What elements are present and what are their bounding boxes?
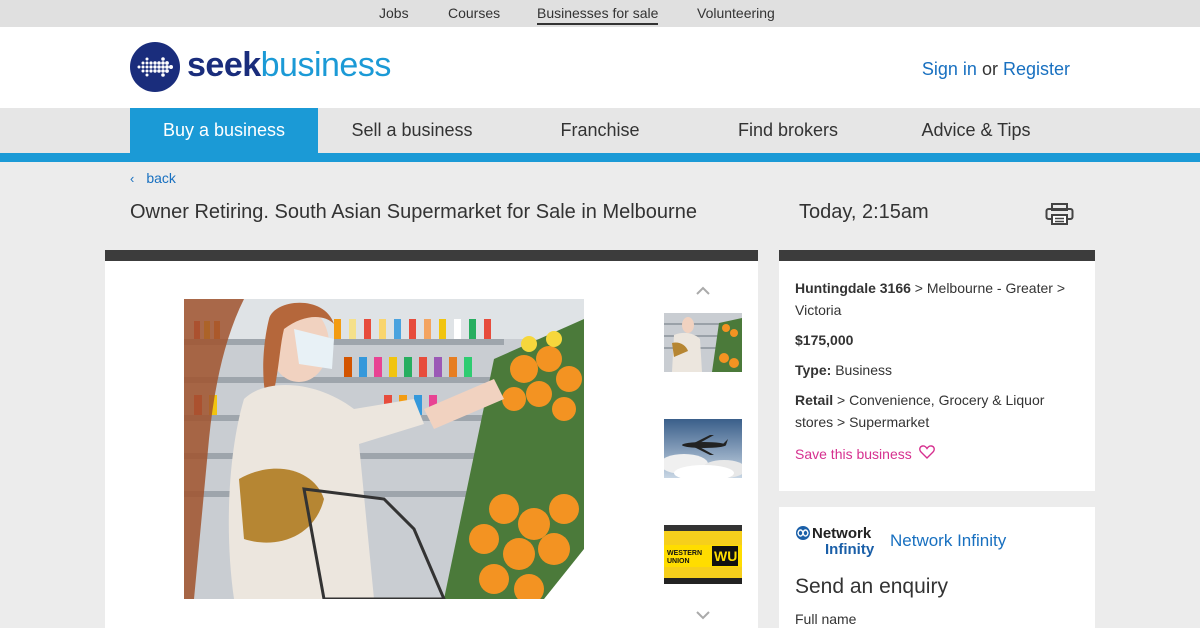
business-type: Type: Business bbox=[795, 362, 893, 378]
wu-text-line2: UNION bbox=[667, 558, 690, 565]
wu-mark: WU bbox=[714, 548, 737, 564]
nav-buy-a-business[interactable]: Buy a business bbox=[130, 108, 318, 153]
main-nav: Buy a business Sell a business Franchise… bbox=[0, 108, 1200, 153]
full-name-label: Full name bbox=[795, 611, 857, 627]
logo-icon bbox=[130, 42, 180, 92]
back-link[interactable]: ‹ back bbox=[130, 170, 176, 186]
printer-icon[interactable] bbox=[1045, 203, 1074, 225]
topbar-link-jobs[interactable]: Jobs bbox=[379, 5, 409, 21]
auth-links: Sign in or Register bbox=[922, 59, 1070, 80]
chevron-left-icon: ‹ bbox=[130, 171, 135, 186]
listing-details: Huntingdale 3166 > Melbourne - Greater >… bbox=[779, 250, 1095, 491]
topbar-link-businesses-for-sale[interactable]: Businesses for sale bbox=[537, 5, 659, 25]
thumbnail-supermarket[interactable] bbox=[664, 313, 742, 372]
save-business-button[interactable]: Save this business bbox=[795, 443, 1079, 465]
category-name[interactable]: Retail bbox=[795, 392, 833, 408]
save-label: Save this business bbox=[795, 446, 912, 462]
main-listing-image[interactable] bbox=[184, 299, 584, 599]
price: $175,000 bbox=[795, 332, 854, 348]
nav-underline bbox=[0, 153, 1200, 162]
category-path: > Convenience, Grocery & Liquor stores >… bbox=[795, 392, 1045, 430]
topbar-link-volunteering[interactable]: Volunteering bbox=[697, 5, 775, 21]
enquiry-panel: Network Infinity Network Infinity Send a… bbox=[779, 507, 1095, 628]
thumbnail-airplane[interactable] bbox=[664, 419, 742, 478]
location: Huntingdale 3166 > Melbourne - Greater >… bbox=[795, 277, 1079, 321]
site-header: seekbusiness Sign in or Register bbox=[0, 27, 1200, 108]
nav-franchise[interactable]: Franchise bbox=[506, 108, 694, 153]
thumbnail-western-union[interactable]: WESTERN UNION WU bbox=[664, 525, 742, 584]
logo-wordmark: seekbusiness bbox=[187, 46, 391, 84]
agency-logo-line2: Infinity bbox=[825, 541, 875, 558]
nav-sell-a-business[interactable]: Sell a business bbox=[318, 108, 506, 153]
wu-text-line1: WESTERN bbox=[667, 550, 702, 557]
chevron-up-icon[interactable] bbox=[695, 283, 711, 299]
chevron-down-icon[interactable] bbox=[695, 607, 711, 623]
nav-advice-tips[interactable]: Advice & Tips bbox=[882, 108, 1070, 153]
listing-title: Owner Retiring. South Asian Supermarket … bbox=[130, 201, 697, 223]
auth-or: or bbox=[981, 59, 998, 79]
enquiry-title: Send an enquiry bbox=[795, 575, 948, 598]
heart-icon bbox=[918, 443, 935, 465]
image-gallery: WESTERN UNION WU bbox=[105, 250, 758, 628]
utility-bar: Jobs Courses Businesses for sale Volunte… bbox=[0, 0, 1200, 27]
nav-find-brokers[interactable]: Find brokers bbox=[694, 108, 882, 153]
sign-in-link[interactable]: Sign in bbox=[922, 59, 977, 79]
listing-date: Today, 2:15am bbox=[799, 201, 929, 223]
suburb[interactable]: Huntingdale 3166 bbox=[795, 280, 911, 296]
category: Retail > Convenience, Grocery & Liquor s… bbox=[795, 389, 1079, 433]
back-label: back bbox=[146, 170, 176, 186]
agency-logo[interactable]: Network Infinity bbox=[795, 523, 879, 559]
agency-logo-line1: Network bbox=[812, 525, 872, 542]
register-link[interactable]: Register bbox=[1003, 59, 1070, 79]
agency-name-link[interactable]: Network Infinity bbox=[890, 531, 1006, 551]
topbar-link-courses[interactable]: Courses bbox=[448, 5, 500, 21]
